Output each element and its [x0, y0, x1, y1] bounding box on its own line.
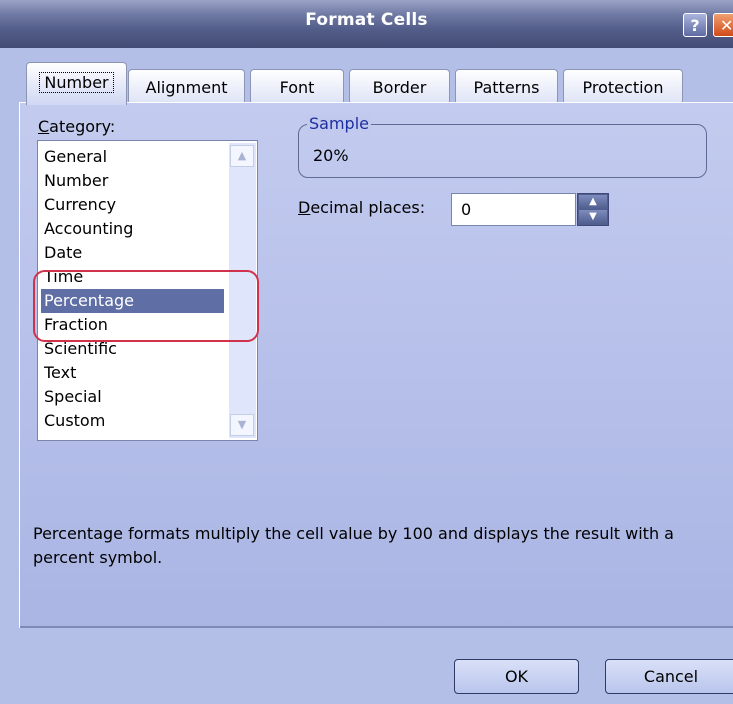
- list-item[interactable]: Text: [41, 361, 224, 385]
- list-item[interactable]: Currency: [41, 193, 224, 217]
- sample-value: 20%: [313, 146, 349, 165]
- decimal-places-label: Decimal places:: [298, 198, 426, 217]
- tab-label: Font: [279, 78, 315, 97]
- list-item[interactable]: General: [41, 145, 224, 169]
- help-button[interactable]: ?: [683, 13, 707, 37]
- tab-alignment[interactable]: Alignment: [128, 69, 245, 103]
- tab-protection[interactable]: Protection: [563, 69, 683, 103]
- tab-patterns[interactable]: Patterns: [455, 69, 558, 103]
- window-title: Format Cells: [305, 10, 428, 30]
- list-item[interactable]: Custom: [41, 409, 224, 433]
- list-item[interactable]: Date: [41, 241, 224, 265]
- annotation-highlight: [33, 270, 259, 342]
- tab-font[interactable]: Font: [250, 69, 344, 103]
- tab-border[interactable]: Border: [349, 69, 450, 103]
- scroll-down-arrow-icon[interactable]: ▼: [230, 414, 254, 436]
- decimal-places-input[interactable]: 0: [451, 193, 576, 226]
- tab-number[interactable]: Number: [26, 62, 127, 105]
- scroll-up-arrow-icon[interactable]: ▲: [230, 145, 254, 167]
- tab-label: Protection: [582, 78, 664, 97]
- format-description: Percentage formats multiply the cell val…: [33, 524, 674, 567]
- tab-label: Border: [372, 78, 427, 97]
- title-bar[interactable]: Format Cells ? ✕: [0, 0, 733, 48]
- decimal-places-spinner[interactable]: ▲ ▼: [577, 193, 609, 226]
- sample-legend: Sample: [307, 114, 371, 133]
- cancel-button[interactable]: Cancel: [605, 659, 733, 694]
- close-button[interactable]: ✕: [713, 13, 733, 37]
- tab-label: Patterns: [473, 78, 540, 97]
- ok-button[interactable]: OK: [454, 659, 579, 694]
- spin-down-arrow-icon[interactable]: ▼: [579, 210, 607, 224]
- spin-up-arrow-icon[interactable]: ▲: [579, 195, 607, 209]
- tab-label: Number: [39, 72, 114, 93]
- list-item[interactable]: Accounting: [41, 217, 224, 241]
- tab-label: Alignment: [145, 78, 228, 97]
- list-item[interactable]: Number: [41, 169, 224, 193]
- list-item[interactable]: Special: [41, 385, 224, 409]
- category-label: Category:: [38, 117, 116, 136]
